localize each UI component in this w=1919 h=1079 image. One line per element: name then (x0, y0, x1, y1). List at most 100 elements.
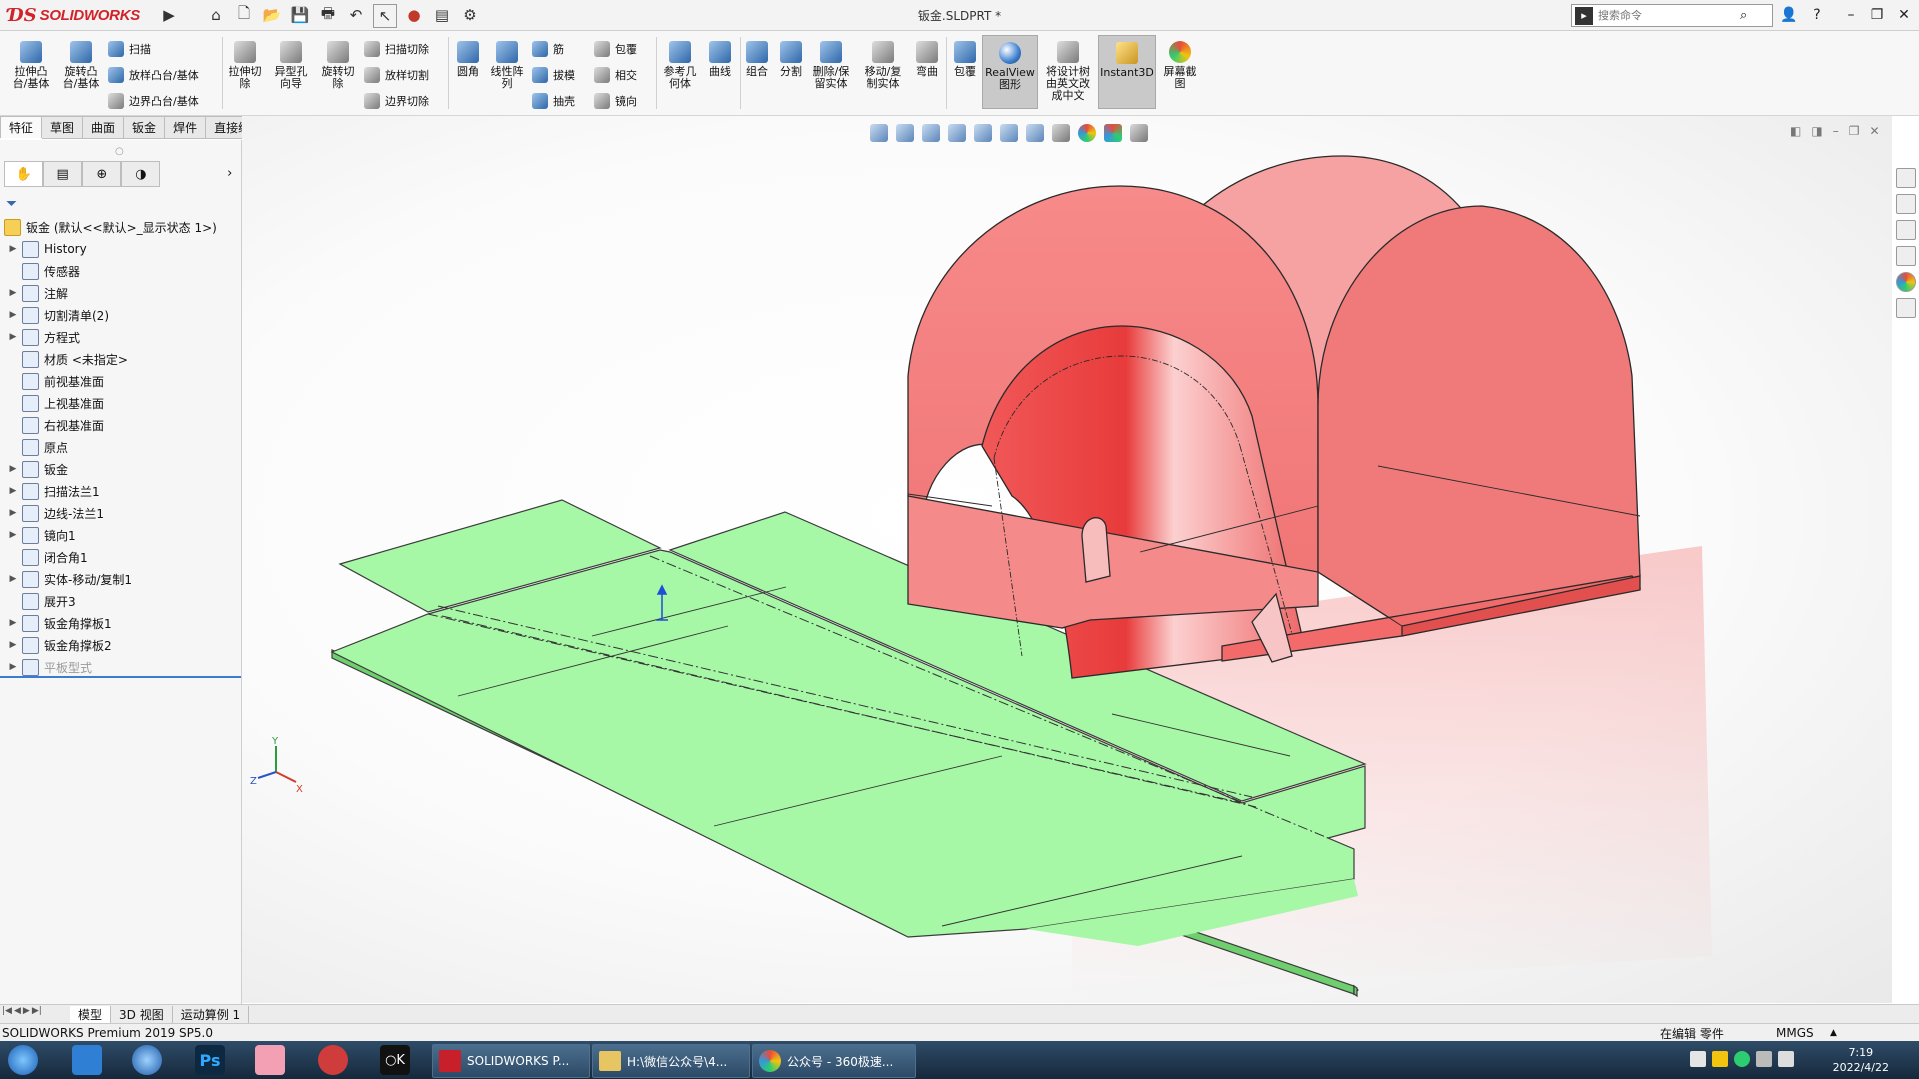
expand-arrow-icon[interactable]: ▶ (6, 332, 20, 342)
expand-arrow-icon[interactable]: ▶ (6, 244, 20, 254)
search-scope-icon[interactable]: ▸ (1575, 6, 1593, 25)
home-icon[interactable]: ⌂ (205, 4, 227, 26)
unit-system-arrow-icon[interactable]: ▲ (1830, 1028, 1837, 1038)
expand-arrow-icon[interactable]: ▶ (6, 310, 20, 320)
search-icon[interactable]: ⌕ (1740, 8, 1747, 23)
tree-item[interactable]: ▶ 方程式 (0, 326, 241, 348)
expand-arrow-icon[interactable]: ▶ (6, 464, 20, 474)
sweep-button[interactable]: 扫描 (108, 41, 151, 57)
expand-arrow-icon[interactable]: ▶ (6, 288, 20, 298)
file-properties-icon[interactable]: ▤ (431, 4, 453, 26)
tree-item[interactable]: 展开3 (0, 590, 241, 612)
view-palette-icon[interactable] (1896, 246, 1916, 266)
dynamic-annotation-icon[interactable] (974, 124, 992, 142)
expand-arrow-icon[interactable]: ▶ (6, 486, 20, 496)
expand-arrow-icon[interactable]: ▶ (6, 574, 20, 584)
displaymanager-tab-icon[interactable]: ◑ (121, 161, 161, 187)
boundary-cut-button[interactable]: 边界切除 (364, 93, 429, 109)
boundary-boss-button[interactable]: 边界凸台/基体 (108, 93, 199, 109)
fillet-button[interactable]: 圆角 (452, 41, 484, 78)
expand-arrow-icon[interactable]: ▶ (6, 530, 20, 540)
select-cursor-icon[interactable]: ↖ (373, 4, 397, 28)
undo-icon[interactable]: ↶ (345, 4, 367, 26)
tray-icon[interactable] (1690, 1051, 1706, 1067)
design-library-icon[interactable] (1896, 194, 1916, 214)
taskbar-explorer[interactable]: H:\微信公众号\4... (592, 1044, 750, 1078)
viewport-prev-icon[interactable]: ◧ (1790, 124, 1801, 138)
rib-button[interactable]: 筋 (532, 41, 564, 57)
tree-item[interactable]: ▶ 实体-移动/复制1 (0, 568, 241, 590)
extrude-cut-button[interactable]: 拉伸切 除 (224, 41, 266, 90)
view-settings-icon[interactable] (1130, 124, 1148, 142)
new-file-icon[interactable]: 🗋 (233, 4, 255, 26)
media-app-icon[interactable] (255, 1045, 285, 1075)
viewport-close-icon[interactable]: ✕ (1869, 124, 1879, 138)
minimize-icon[interactable]: – (1840, 4, 1862, 26)
taskbar-solidworks[interactable]: SOLIDWORKS P... (432, 1044, 590, 1078)
expand-arrow-icon[interactable]: ▶ (6, 618, 20, 628)
recorder-app-icon[interactable]: ○K (380, 1045, 410, 1075)
viewport-restore-icon[interactable]: ❐ (1849, 124, 1860, 138)
photoshop-icon[interactable]: Ps (195, 1045, 225, 1075)
tab-last-icon[interactable]: ▶| (32, 1006, 42, 1016)
tab-scroll-arrows[interactable]: |◀ ◀ ▶ ▶| (2, 1006, 42, 1016)
view-orientation-icon[interactable] (1000, 124, 1018, 142)
split-button[interactable]: 分割 (776, 41, 806, 78)
user-icon[interactable]: 👤 (1778, 4, 1800, 26)
tab-prev-icon[interactable]: ◀ (14, 1006, 21, 1016)
wrap-button[interactable]: 包覆 (594, 41, 637, 57)
bottom-tab-0[interactable]: 模型 (70, 1005, 112, 1023)
restore-icon[interactable]: ❐ (1866, 4, 1888, 26)
display-style-icon[interactable] (1026, 124, 1044, 142)
tree-item[interactable]: ▶ 钣金 (0, 458, 241, 480)
volume-icon[interactable] (1756, 1051, 1772, 1067)
tree-item[interactable]: 上视基准面 (0, 392, 241, 414)
tree-item[interactable]: 右视基准面 (0, 414, 241, 436)
previous-view-icon[interactable] (922, 124, 940, 142)
tab-4[interactable]: 焊件 (165, 116, 207, 139)
tree-item[interactable]: 闭合角1 (0, 546, 241, 568)
zoom-to-fit-icon[interactable] (870, 124, 888, 142)
tree-item[interactable]: ▶ 钣金角撑板2 (0, 634, 241, 656)
tab-first-icon[interactable]: |◀ (2, 1006, 12, 1016)
mirror-button[interactable]: 镜向 (594, 93, 637, 109)
tool-app-icon[interactable] (318, 1045, 348, 1075)
revolve-boss-button[interactable]: 旋转凸 台/基体 (58, 41, 104, 90)
resources-home-icon[interactable] (1896, 168, 1916, 188)
expand-arrow-icon[interactable]: ▶ (6, 662, 20, 672)
help-icon[interactable]: ? (1806, 4, 1828, 26)
shell-button[interactable]: 抽壳 (532, 93, 575, 109)
expand-arrow-icon[interactable]: ▶ (6, 508, 20, 518)
instant3d-button[interactable]: Instant3D (1098, 35, 1156, 109)
rollback-bar[interactable] (0, 676, 241, 678)
panel-more-arrow-icon[interactable]: › (220, 161, 239, 185)
command-search[interactable]: ▸ ⌕ (1571, 4, 1773, 27)
bottom-tab-2[interactable]: 运动算例 1 (173, 1005, 250, 1023)
move-copy-body-button[interactable]: 移动/复 制实体 (860, 41, 906, 90)
curves-button[interactable]: 曲线 (704, 41, 736, 78)
file-explorer-icon[interactable] (1896, 220, 1916, 240)
solidworks-logo[interactable]: ƊS SOLIDWORKS (8, 2, 158, 28)
tree-item[interactable]: ▶ 镜向1 (0, 524, 241, 546)
tree-item[interactable]: 传感器 (0, 260, 241, 282)
revolve-cut-button[interactable]: 旋转切 除 (316, 41, 360, 90)
tree-item[interactable]: ▶ 注解 (0, 282, 241, 304)
section-view-icon[interactable] (948, 124, 966, 142)
taskbar-browser[interactable]: 公众号 - 360极速... (752, 1044, 916, 1078)
zoom-to-area-icon[interactable] (896, 124, 914, 142)
print-icon[interactable]: 🖶 (317, 4, 339, 26)
expand-arrow-icon[interactable]: ▶ (6, 640, 20, 650)
apply-scene-icon[interactable] (1104, 124, 1122, 142)
options-gear-icon[interactable]: ⚙ (459, 4, 481, 26)
draft-button[interactable]: 拔模 (532, 67, 575, 83)
edit-appearance-icon[interactable] (1078, 124, 1096, 142)
viewport-next-icon[interactable]: ◨ (1811, 124, 1822, 138)
view-triad[interactable]: Y X Z (248, 736, 308, 796)
configurationmanager-tab-icon[interactable]: ⊕ (82, 161, 122, 187)
tree-item[interactable]: ▶ 平板型式 (0, 656, 241, 678)
taskbar-clock[interactable]: 7:19 2022/4/22 (1833, 1045, 1889, 1075)
tree-item[interactable]: ▶ 钣金角撑板1 (0, 612, 241, 634)
sweep-cut-button[interactable]: 扫描切除 (364, 41, 429, 57)
reference-geometry-button[interactable]: 参考几 何体 (660, 41, 700, 90)
screenshot-button[interactable]: 屏幕截 图 (1160, 41, 1200, 90)
